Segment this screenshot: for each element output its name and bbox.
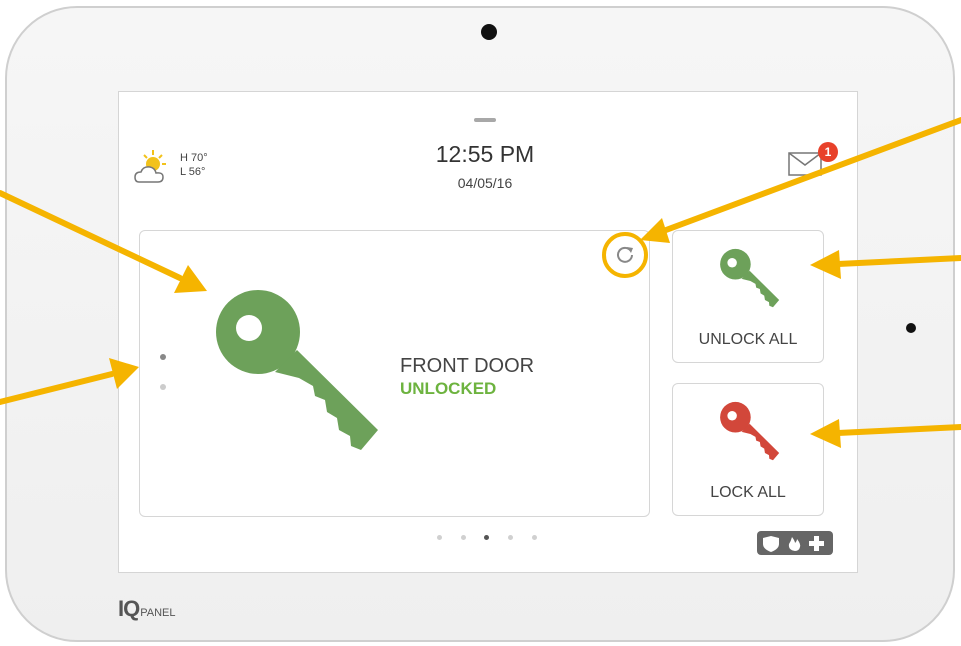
annotation-arrows xyxy=(0,117,961,448)
